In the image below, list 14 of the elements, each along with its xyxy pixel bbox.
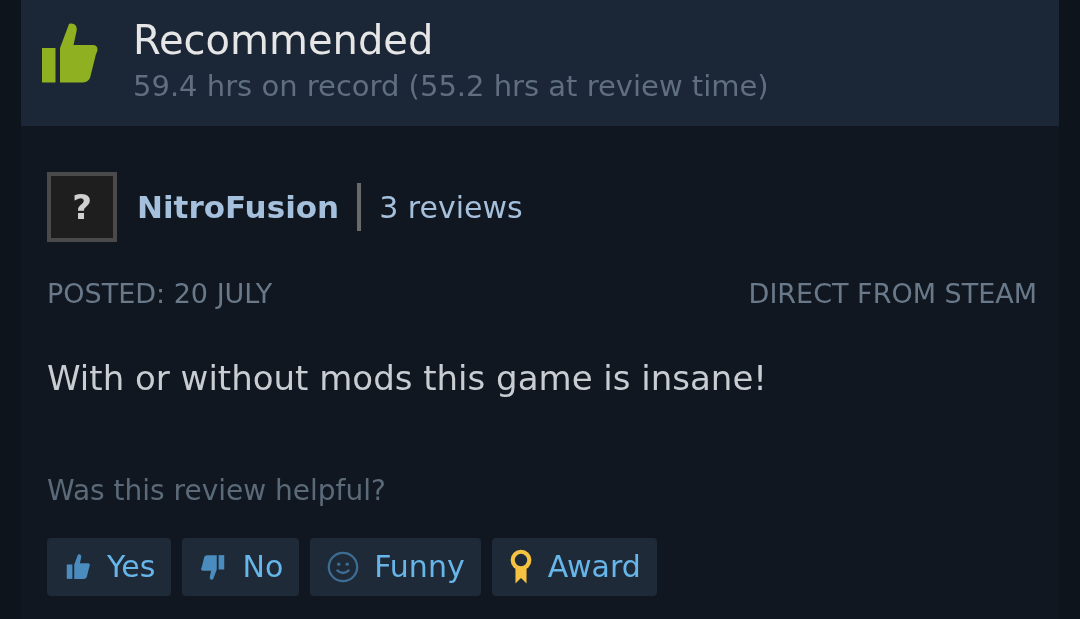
helpful-prompt: Was this review helpful? [46, 472, 387, 509]
vote-button[interactable]: Yes [47, 537, 172, 596]
smiley-icon [326, 549, 361, 584]
playtime-text: 59.4 hrs on record (55.2 hrs at review time) [133, 68, 769, 105]
posted-date: POSTED: 20 JULY [47, 277, 273, 311]
author-name[interactable]: NitroFusion [137, 183, 340, 231]
review-source: DIRECT FROM STEAM [748, 277, 1037, 311]
vote-button[interactable]: Award [491, 537, 657, 596]
vote-button[interactable]: Funny [310, 537, 481, 596]
vote-button[interactable]: No [182, 537, 300, 596]
review-count[interactable]: 3 reviews [379, 184, 523, 230]
recommendation-title: Recommended [133, 16, 435, 65]
review-text: With or without mods this game is insane! [46, 356, 768, 400]
avatar[interactable]: ? [47, 172, 117, 242]
